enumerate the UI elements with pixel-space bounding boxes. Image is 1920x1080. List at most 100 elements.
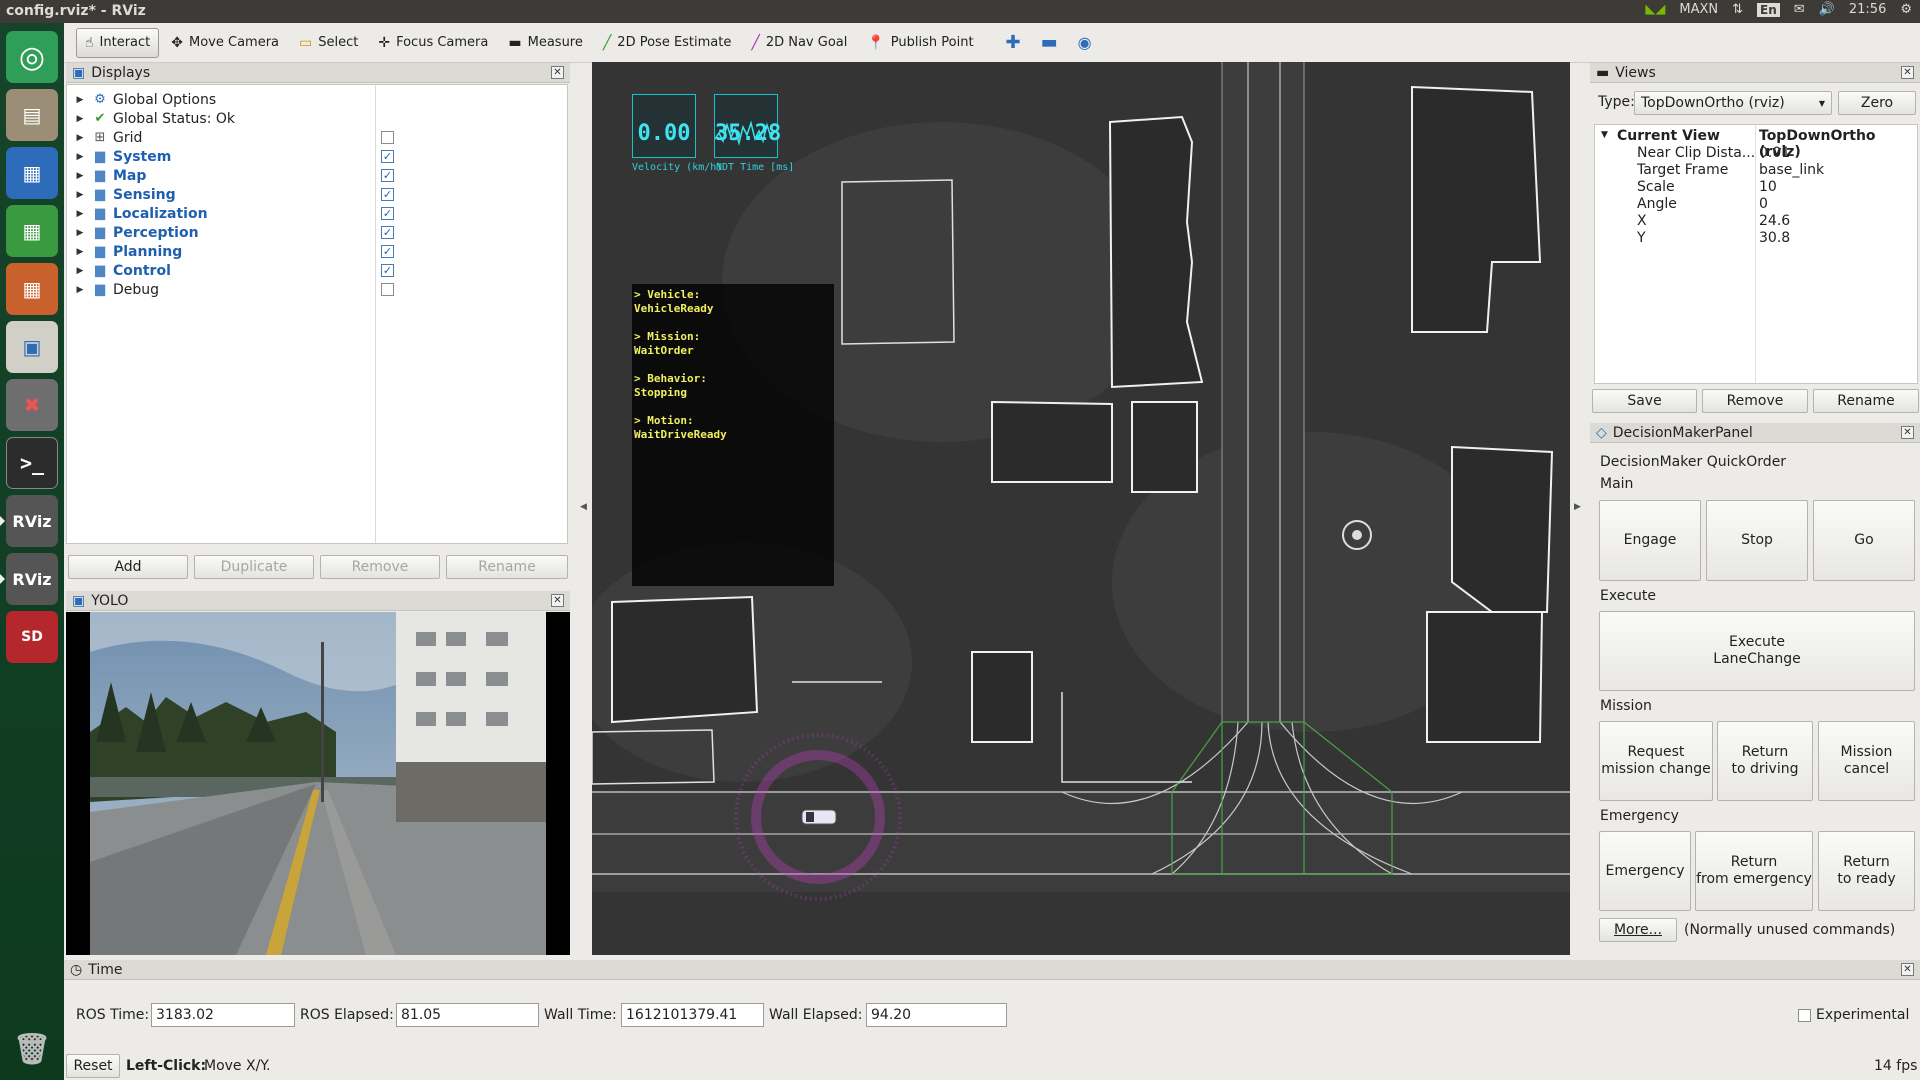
view-property-row[interactable]: X 24.6	[1595, 213, 1917, 230]
left-splitter-arrow[interactable]: ◀	[580, 502, 587, 512]
tool-publish-point[interactable]: 📍 Publish Point	[859, 28, 981, 58]
close-icon[interactable]: ✕	[551, 66, 564, 79]
experimental-checkbox[interactable]	[1798, 1009, 1811, 1022]
tool-measure[interactable]: ▬ Measure	[500, 28, 590, 58]
power-mode-label[interactable]: MAXN	[1679, 2, 1718, 17]
return-to-ready-button[interactable]: Return to ready	[1818, 831, 1915, 911]
display-item[interactable]: ▶ ▆ Sensing	[67, 185, 367, 204]
wall-time-field[interactable]: 1612101379.41	[621, 1003, 764, 1027]
display-item[interactable]: ▶ ▆ Localization	[67, 204, 367, 223]
trash-icon[interactable]: 🗑	[6, 1023, 58, 1075]
view-property-row[interactable]: Angle 0	[1595, 196, 1917, 213]
software-center-icon[interactable]: ▣	[6, 321, 58, 373]
expand-arrow-icon[interactable]: ▶	[73, 190, 87, 200]
display-enable-checkbox[interactable]: ✓	[381, 226, 394, 239]
display-enable-checkbox[interactable]: ✓	[381, 264, 394, 277]
display-item[interactable]: ▶ ✔ Global Status: Ok	[67, 109, 367, 128]
ros-elapsed-field[interactable]: 81.05	[396, 1003, 539, 1027]
property-value[interactable]: 0	[1759, 196, 1768, 212]
rviz-icon-2[interactable]: RViz	[0, 553, 58, 605]
property-value[interactable]: 0.01	[1759, 145, 1790, 161]
display-item[interactable]: ▶ ▆ System	[67, 147, 367, 166]
rviz-icon[interactable]: RViz	[0, 495, 58, 547]
view-type-dropdown[interactable]: TopDownOrtho (rviz) ▼	[1634, 91, 1832, 115]
display-item[interactable]: ▶ ▆ Perception	[67, 223, 367, 242]
network-icon[interactable]: ⇅	[1732, 2, 1743, 17]
property-value[interactable]: 30.8	[1759, 230, 1790, 246]
close-icon[interactable]: ✕	[551, 594, 564, 607]
expand-arrow-icon[interactable]: ▶	[73, 209, 87, 219]
view-property-row[interactable]: Y 30.8	[1595, 230, 1917, 247]
tool-move-camera[interactable]: ✥ Move Camera	[163, 28, 287, 58]
expand-arrow-icon[interactable]: ▶	[73, 228, 87, 238]
remove-display-button[interactable]: Remove	[320, 555, 440, 579]
expand-arrow-icon[interactable]: ▶	[73, 95, 87, 105]
view-property-row[interactable]: Target Frame base_link	[1595, 162, 1917, 179]
tool-interact[interactable]: ☝ Interact	[76, 27, 160, 58]
volume-icon[interactable]: 🔊	[1819, 2, 1835, 17]
view-property-row[interactable]: Near Clip Dista... 0.01	[1595, 145, 1917, 162]
calc-icon[interactable]: ▦	[6, 205, 58, 257]
rename-view-button[interactable]: Rename	[1813, 389, 1919, 413]
expand-arrow-icon[interactable]: ▶	[73, 133, 87, 143]
settings-icon[interactable]: ✖	[6, 379, 58, 431]
return-to-driving-button[interactable]: Return to driving	[1717, 721, 1813, 801]
stop-button[interactable]: Stop	[1706, 500, 1808, 581]
save-view-button[interactable]: Save	[1592, 389, 1697, 413]
display-enable-checkbox[interactable]: ✓	[381, 150, 394, 163]
ubuntu-logo-icon[interactable]: ◎	[6, 31, 58, 83]
tool-select[interactable]: ▭ Select	[291, 28, 366, 58]
display-item[interactable]: ▶ ⚙ Global Options	[67, 90, 367, 109]
view-property-row[interactable]: Scale 10	[1595, 179, 1917, 196]
tool-2d-nav-goal[interactable]: ╱ 2D Nav Goal	[743, 28, 855, 58]
mission-cancel-button[interactable]: Mission cancel	[1818, 721, 1915, 801]
file-manager-icon[interactable]: ▤	[6, 89, 58, 141]
right-splitter-arrow[interactable]: ▶	[1574, 502, 1581, 512]
display-item[interactable]: ▶ ⊞ Grid	[67, 128, 367, 147]
tool-2d-pose-estimate[interactable]: ╱ 2D Pose Estimate	[595, 28, 740, 58]
expand-arrow-icon[interactable]: ▶	[73, 285, 87, 295]
execute-lanechange-button[interactable]: Execute LaneChange	[1599, 611, 1915, 691]
3d-render-view[interactable]: 0.00 Velocity (km/h) 35.28 NDT Time [ms]…	[592, 62, 1570, 955]
display-enable-checkbox[interactable]	[381, 283, 394, 296]
power-gear-icon[interactable]: ⚙	[1900, 2, 1912, 17]
nvidia-icon[interactable]: ◣◢	[1645, 2, 1665, 17]
engage-button[interactable]: Engage	[1599, 500, 1701, 581]
request-mission-change-button[interactable]: Request mission change	[1599, 721, 1713, 801]
display-item[interactable]: ▶ ▆ Debug	[67, 280, 367, 299]
expand-arrow-icon[interactable]: ▶	[73, 171, 87, 181]
tool-properties-button[interactable]: ◉	[1070, 28, 1100, 58]
emergency-button[interactable]: Emergency	[1599, 831, 1691, 911]
add-tool-button[interactable]: ✚	[998, 28, 1029, 58]
display-enable-checkbox[interactable]: ✓	[381, 188, 394, 201]
collapse-arrow-icon[interactable]: ▼	[1601, 130, 1608, 140]
close-icon[interactable]: ✕	[1901, 426, 1914, 439]
reset-button[interactable]: Reset	[66, 1054, 120, 1078]
wall-elapsed-field[interactable]: 94.20	[866, 1003, 1007, 1027]
expand-arrow-icon[interactable]: ▶	[73, 247, 87, 257]
display-item[interactable]: ▶ ▆ Map	[67, 166, 367, 185]
remove-tool-button[interactable]: ▬	[1033, 28, 1066, 58]
close-icon[interactable]: ✕	[1901, 963, 1914, 976]
expand-arrow-icon[interactable]: ▶	[73, 114, 87, 124]
display-item[interactable]: ▶ ▆ Planning	[67, 242, 367, 261]
display-item[interactable]: ▶ ▆ Control	[67, 261, 367, 280]
impress-icon[interactable]: ▦	[6, 263, 58, 315]
add-display-button[interactable]: Add	[68, 555, 188, 579]
expand-arrow-icon[interactable]: ▶	[73, 152, 87, 162]
writer-icon[interactable]: ▦	[6, 147, 58, 199]
remove-view-button[interactable]: Remove	[1702, 389, 1808, 413]
zero-view-button[interactable]: Zero	[1838, 91, 1916, 115]
property-value[interactable]: 10	[1759, 179, 1777, 195]
duplicate-display-button[interactable]: Duplicate	[194, 555, 314, 579]
sd-card-icon[interactable]: SD	[6, 611, 58, 663]
display-enable-checkbox[interactable]: ✓	[381, 169, 394, 182]
return-from-emergency-button[interactable]: Return from emergency	[1695, 831, 1813, 911]
current-view-row[interactable]: ▼ Current View TopDownOrtho (rviz)	[1595, 128, 1917, 160]
ros-time-field[interactable]: 3183.02	[151, 1003, 295, 1027]
rename-display-button[interactable]: Rename	[446, 555, 568, 579]
display-enable-checkbox[interactable]: ✓	[381, 207, 394, 220]
clock[interactable]: 21:56	[1849, 2, 1886, 17]
close-icon[interactable]: ✕	[1901, 66, 1914, 79]
tool-focus-camera[interactable]: ✛ Focus Camera	[370, 28, 496, 58]
